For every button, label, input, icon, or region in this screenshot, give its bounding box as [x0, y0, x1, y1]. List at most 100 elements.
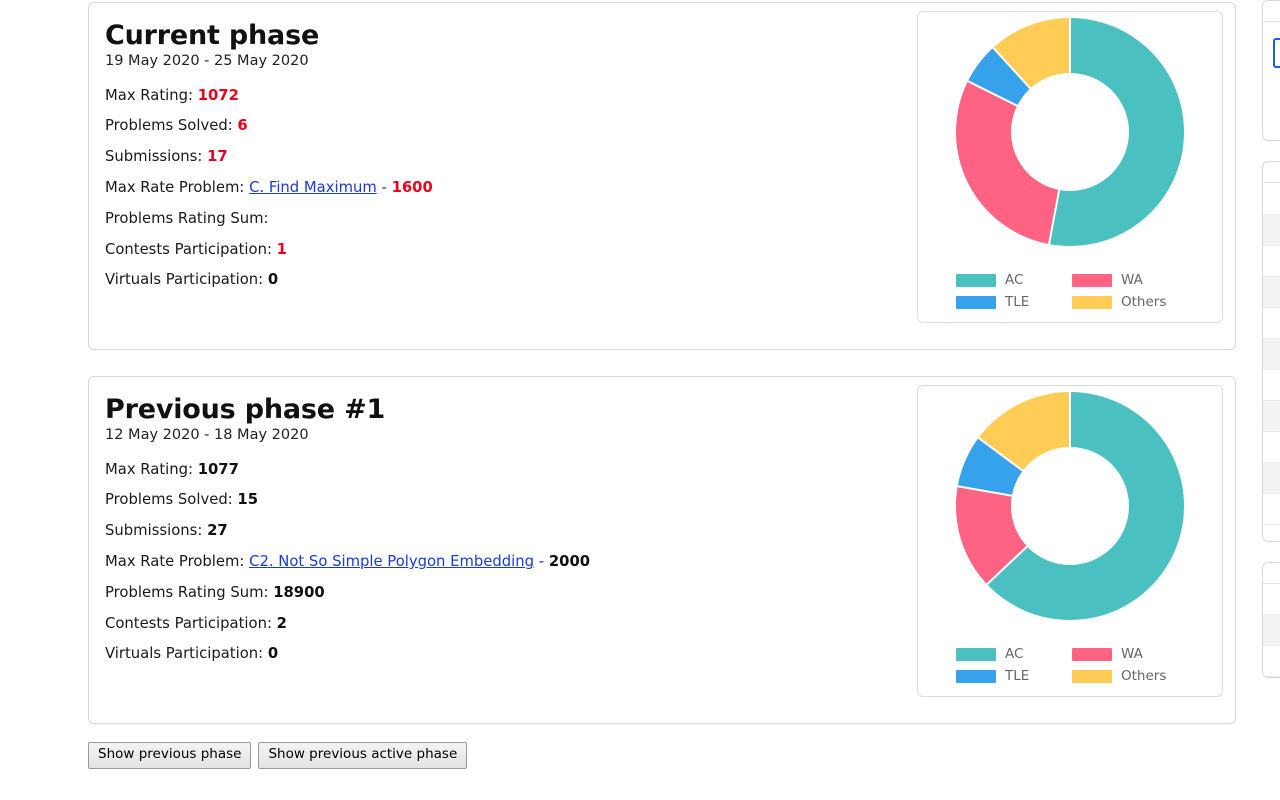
- table-row[interactable]: [1263, 431, 1280, 463]
- stat-label: Max Rate Problem:: [105, 179, 245, 197]
- chart-legend: AC WA TLE Others: [918, 646, 1222, 684]
- table-row[interactable]: [1263, 245, 1280, 277]
- phase-card-previous-1: Previous phase #1 12 May 2020 - 18 May 2…: [88, 376, 1236, 724]
- legend-swatch-icon: [1072, 273, 1112, 287]
- stat-dash: -: [538, 553, 545, 571]
- stat-label: Max Rating:: [105, 86, 193, 104]
- stat-label: Virtuals Participation:: [105, 645, 264, 663]
- stat-problems-rating-sum: Problems Rating Sum:: [105, 209, 917, 243]
- stat-label: Problems Rating Sum:: [105, 209, 269, 227]
- legend-item[interactable]: TLE: [956, 668, 1068, 684]
- show-previous-phase-button[interactable]: Show previous phase: [88, 742, 252, 769]
- stat-label: Contests Participation:: [105, 240, 272, 258]
- legend-label: Others: [1121, 668, 1167, 684]
- legend-swatch-icon: [956, 669, 996, 683]
- phases-column: Current phase 19 May 2020 - 25 May 2020 …: [88, 0, 1236, 769]
- legend-item[interactable]: AC: [956, 646, 1068, 662]
- stat-value: 15: [237, 491, 259, 509]
- table-cell: [1263, 645, 1280, 677]
- show-previous-active-phase-button[interactable]: Show previous active phase: [258, 742, 468, 769]
- legend-swatch-icon: [1072, 647, 1112, 661]
- stat-dash: -: [381, 179, 387, 197]
- stat-value: 0: [267, 645, 279, 663]
- sidebar-table: [1263, 183, 1280, 525]
- stat-max-rate-problem: Max Rate Problem: C. Find Maximum - 1600: [105, 179, 917, 212]
- legend-item[interactable]: AC: [956, 272, 1068, 288]
- donut-slice-separator: [1069, 392, 1071, 506]
- table-row[interactable]: [1263, 493, 1280, 525]
- legend-item[interactable]: TLE: [956, 294, 1068, 310]
- sidebar-text-input[interactable]: [1273, 38, 1280, 68]
- phase-stats-list: Max Rating: 1072 Problems Solved: 6 Subm…: [105, 86, 917, 305]
- sidebar-card-2-header: [1263, 162, 1280, 183]
- stat-value: 0: [267, 271, 279, 289]
- donut-chart[interactable]: [956, 18, 1184, 246]
- table-cell: [1263, 614, 1280, 646]
- table-cell: [1263, 400, 1280, 432]
- legend-item[interactable]: Others: [1072, 294, 1184, 310]
- stat-value: 1600: [391, 179, 433, 197]
- phase-card-body: Previous phase #1 12 May 2020 - 18 May 2…: [89, 377, 917, 678]
- stat-value: 27: [207, 522, 228, 540]
- table-cell: [1263, 183, 1280, 215]
- table-row[interactable]: [1263, 645, 1280, 677]
- stat-contests-participation: Contests Participation: 1: [105, 240, 917, 274]
- stat-virtuals-participation: Virtuals Participation: 0: [105, 273, 917, 304]
- table-row[interactable]: [1263, 214, 1280, 246]
- legend-item[interactable]: Others: [1072, 668, 1184, 684]
- stat-label: Max Rating:: [105, 460, 193, 478]
- table-row[interactable]: [1263, 276, 1280, 308]
- table-row[interactable]: [1263, 462, 1280, 494]
- table-row[interactable]: [1263, 369, 1280, 401]
- chart-legend: AC WA TLE Others: [918, 272, 1222, 310]
- legend-label: Others: [1121, 294, 1167, 310]
- phase-navigation-buttons: Show previous phase Show previous active…: [88, 742, 1236, 769]
- phase-date-range: 19 May 2020 - 25 May 2020: [105, 53, 309, 70]
- table-cell: [1263, 431, 1280, 463]
- sidebar-card-2: [1262, 161, 1280, 542]
- max-rate-problem-link[interactable]: C. Find Maximum: [249, 179, 377, 196]
- stat-label: Contests Participation:: [105, 614, 272, 632]
- stat-label: Problems Rating Sum:: [105, 583, 269, 601]
- phase-date-range: 12 May 2020 - 18 May 2020: [105, 427, 309, 444]
- donut-slice-separator: [1069, 18, 1071, 132]
- stat-submissions: Submissions: 27: [105, 522, 917, 555]
- table-cell: [1263, 214, 1280, 246]
- legend-item[interactable]: WA: [1072, 646, 1184, 662]
- sidebar-card-3: [1262, 561, 1280, 678]
- sidebar-card-2-footer-link[interactable]: [1263, 525, 1280, 541]
- table-row[interactable]: [1263, 338, 1280, 370]
- stat-label: Virtuals Participation:: [105, 271, 264, 289]
- table-row[interactable]: [1263, 183, 1280, 215]
- legend-item[interactable]: WA: [1072, 272, 1184, 288]
- stat-value: 2000: [548, 553, 591, 571]
- sidebar-card-1-header: [1263, 1, 1280, 22]
- table-cell: [1263, 493, 1280, 525]
- table-cell: [1263, 583, 1280, 615]
- stat-label: Max Rate Problem:: [105, 553, 245, 571]
- stat-virtuals-participation: Virtuals Participation: 0: [105, 647, 917, 678]
- stat-value: 2: [276, 614, 287, 632]
- table-row[interactable]: [1263, 307, 1280, 339]
- stat-value: 1072: [197, 86, 239, 104]
- stat-value: 17: [207, 148, 228, 166]
- legend-swatch-icon: [956, 295, 996, 309]
- table-cell: [1263, 245, 1280, 277]
- table-cell: [1263, 462, 1280, 494]
- phase-card-current: Current phase 19 May 2020 - 25 May 2020 …: [88, 2, 1236, 350]
- table-cell: [1263, 338, 1280, 370]
- stat-submissions: Submissions: 17: [105, 148, 917, 181]
- stat-contests-participation: Contests Participation: 2: [105, 614, 917, 648]
- stat-value: 1: [276, 240, 287, 258]
- stat-max-rating: Max Rating: 1072: [105, 86, 917, 120]
- table-cell: [1263, 369, 1280, 401]
- stat-problems-rating-sum: Problems Rating Sum: 18900: [105, 583, 917, 617]
- max-rate-problem-link[interactable]: C2. Not So Simple Polygon Embedding: [249, 553, 534, 570]
- table-row[interactable]: [1263, 583, 1280, 615]
- legend-label: WA: [1121, 272, 1143, 288]
- stat-value: 1077: [197, 460, 239, 478]
- table-row[interactable]: [1263, 614, 1280, 646]
- sidebar-table: [1263, 583, 1280, 677]
- donut-chart[interactable]: [956, 392, 1184, 620]
- table-row[interactable]: [1263, 400, 1280, 432]
